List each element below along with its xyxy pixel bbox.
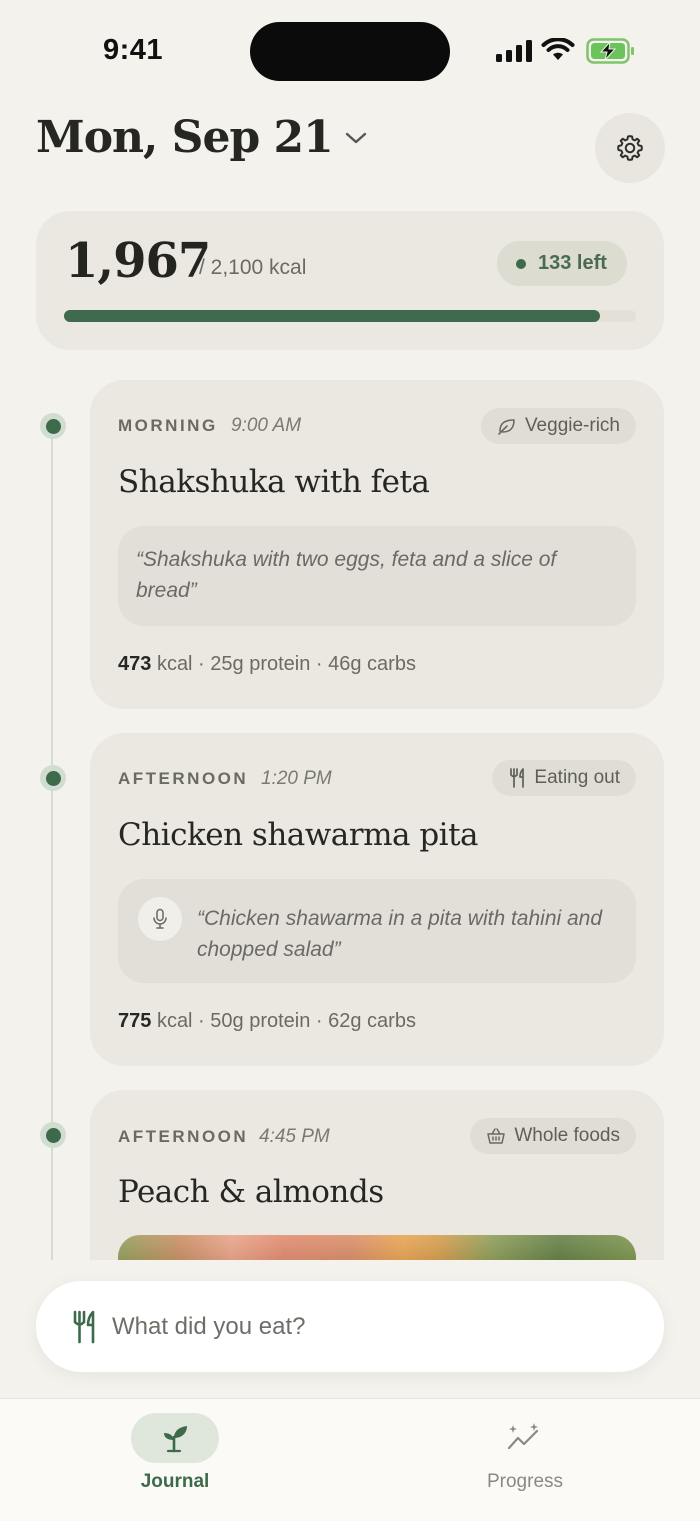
meal-time: 4:45 PM xyxy=(259,1126,330,1147)
calorie-summary-card: 1,967 / 2,100 kcal 133 left xyxy=(36,211,664,350)
meal-macros: kcal · 50g protein · 62g carbs xyxy=(156,1010,416,1032)
tab-progress-label: Progress xyxy=(486,1471,564,1492)
meal-macros: kcal · 25g protein · 46g carbs xyxy=(156,653,416,675)
meal-name: Chicken shawarma pita xyxy=(118,817,479,853)
tab-journal-highlight xyxy=(131,1413,219,1463)
settings-button[interactable] xyxy=(595,113,665,183)
meal-name: Peach & almonds xyxy=(118,1174,384,1210)
meal-period: AFTERNOON xyxy=(118,1127,249,1146)
timeline-dot xyxy=(40,1122,66,1148)
calorie-goal: / 2,100 kcal xyxy=(199,256,307,279)
calories-consumed: 1,967 xyxy=(65,233,211,289)
basket-icon xyxy=(487,1128,506,1144)
meal-card[interactable]: AFTERNOON 1:20 PM Eating out Chicken sha… xyxy=(90,733,664,1066)
timeline-dot xyxy=(40,765,66,791)
sparkle-trend-icon xyxy=(507,1423,539,1450)
status-dot-icon xyxy=(516,258,526,269)
microphone-icon xyxy=(153,908,167,929)
chevron-down-icon xyxy=(345,132,366,143)
fork-knife-icon xyxy=(510,768,525,788)
meal-period: MORNING xyxy=(118,416,218,435)
meal-period: AFTERNOON xyxy=(118,769,249,788)
meal-time: 1:20 PM xyxy=(261,768,332,789)
wifi-icon xyxy=(541,38,575,60)
page-title: Mon, Sep 21 xyxy=(36,112,334,163)
tab-journal[interactable]: Journal xyxy=(0,1399,350,1521)
tab-journal-label: Journal xyxy=(140,1471,210,1492)
meal-description: “Chicken shawarma in a pita with tahini … xyxy=(118,879,636,983)
sprout-icon xyxy=(164,1426,187,1453)
calories-left-label: 133 left xyxy=(538,252,607,274)
meal-time: 9:00 AM xyxy=(231,415,302,436)
cellular-signal-icon xyxy=(496,40,532,62)
meal-name: Shakshuka with feta xyxy=(118,464,430,500)
meal-tag: Veggie-rich xyxy=(480,408,636,444)
tab-bar: Journal Progress xyxy=(0,1398,700,1521)
meal-tag-label: Veggie-rich xyxy=(524,415,620,436)
meal-input-placeholder: What did you eat? xyxy=(112,1312,306,1340)
meal-card[interactable]: MORNING 9:00 AM Veggie-rich Shakshuka wi… xyxy=(90,380,664,709)
meal-tag: Whole foods xyxy=(470,1118,636,1154)
calories-left-badge: 133 left xyxy=(497,241,627,286)
tab-progress-highlight xyxy=(480,1413,568,1463)
status-time: 9:41 xyxy=(103,34,164,66)
date-picker[interactable]: Mon, Sep 21 xyxy=(36,112,367,163)
fork-knife-icon xyxy=(73,1310,95,1343)
meal-tag-label: Whole foods xyxy=(514,1125,620,1146)
calorie-progress-bar xyxy=(64,310,636,322)
meal-kcal: 775 xyxy=(118,1010,152,1032)
meal-description: “Shakshuka with two eggs, feta and a sli… xyxy=(118,526,636,626)
timeline-dot xyxy=(40,413,66,439)
meal-nutrition: 775 kcal · 50g protein · 62g carbs xyxy=(118,1010,416,1033)
meal-description-text: “Chicken shawarma in a pita with tahini … xyxy=(197,907,603,961)
meal-input[interactable]: What did you eat? xyxy=(36,1281,664,1372)
calorie-progress-fill xyxy=(64,310,600,322)
gear-icon xyxy=(617,135,643,161)
meal-kcal: 473 xyxy=(118,653,152,675)
battery-charging-icon xyxy=(586,38,634,64)
meal-tag-label: Eating out xyxy=(534,767,620,788)
status-bar: 9:41 xyxy=(0,0,700,100)
voice-note-button[interactable] xyxy=(138,897,182,941)
dynamic-island xyxy=(250,22,450,81)
meal-tag: Eating out xyxy=(492,760,636,796)
meal-nutrition: 473 kcal · 25g protein · 46g carbs xyxy=(118,653,416,676)
leaf-icon xyxy=(498,419,515,435)
tab-progress[interactable]: Progress xyxy=(350,1399,700,1521)
